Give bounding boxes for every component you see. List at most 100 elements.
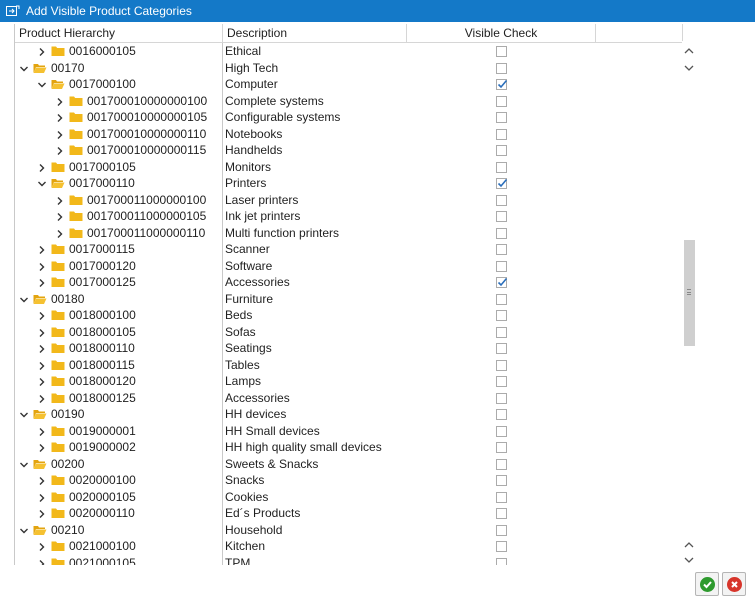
visible-checkbox[interactable] bbox=[496, 326, 507, 338]
chevron-down-icon[interactable] bbox=[19, 409, 29, 419]
visible-checkbox[interactable] bbox=[496, 62, 507, 74]
scroll-down-bottom-icon[interactable] bbox=[684, 553, 694, 563]
table-row[interactable]: 00170 High Tech bbox=[15, 59, 683, 76]
scroll-down-icon[interactable] bbox=[684, 61, 694, 71]
visible-checkbox[interactable] bbox=[496, 178, 508, 189]
table-row[interactable]: 001700010000000100 Complete systems bbox=[15, 92, 683, 109]
chevron-right-icon[interactable] bbox=[37, 343, 47, 353]
table-row[interactable]: 0018000125 Accessories bbox=[15, 389, 683, 406]
visible-checkbox[interactable] bbox=[496, 244, 507, 255]
table-row[interactable]: 0017000105 Monitors bbox=[15, 158, 683, 175]
table-row[interactable]: 0020000105 Cookies bbox=[15, 488, 683, 505]
table-row[interactable]: 0017000120 Software bbox=[15, 257, 683, 274]
table-row[interactable]: 0018000115 Tables bbox=[15, 356, 683, 373]
table-row[interactable]: 0016000105 Ethical bbox=[15, 43, 683, 60]
table-row[interactable]: 0017000115 Scanner bbox=[15, 241, 683, 258]
visible-checkbox[interactable] bbox=[496, 475, 507, 486]
visible-checkbox[interactable] bbox=[496, 211, 507, 222]
chevron-down-icon[interactable] bbox=[19, 459, 29, 469]
scroll-up-icon[interactable] bbox=[684, 44, 694, 54]
visible-checkbox[interactable] bbox=[496, 194, 507, 206]
table-row[interactable]: 00180 Furniture bbox=[15, 290, 683, 307]
table-row[interactable]: 0018000100 Beds bbox=[15, 307, 683, 324]
chevron-right-icon[interactable] bbox=[37, 558, 47, 565]
table-row[interactable]: 0018000110 Seatings bbox=[15, 340, 683, 357]
visible-checkbox[interactable] bbox=[496, 161, 507, 173]
visible-checkbox[interactable] bbox=[496, 557, 507, 565]
visible-checkbox[interactable] bbox=[496, 343, 507, 354]
table-row[interactable]: 001700011000000100 Laser printers bbox=[15, 191, 683, 208]
table-row[interactable]: 00200 Sweets & Snacks bbox=[15, 455, 683, 472]
chevron-right-icon[interactable] bbox=[55, 129, 65, 139]
table-row[interactable]: 001700010000000110 Notebooks bbox=[15, 125, 683, 142]
table-row[interactable]: 0018000120 Lamps bbox=[15, 373, 683, 390]
vertical-scrollbar[interactable] bbox=[682, 41, 696, 563]
chevron-right-icon[interactable] bbox=[37, 508, 47, 518]
chevron-right-icon[interactable] bbox=[37, 376, 47, 386]
visible-checkbox[interactable] bbox=[496, 359, 507, 371]
chevron-right-icon[interactable] bbox=[37, 475, 47, 485]
chevron-right-icon[interactable] bbox=[37, 541, 47, 551]
visible-checkbox[interactable] bbox=[496, 112, 507, 123]
column-header-description[interactable]: Description bbox=[223, 24, 407, 43]
cancel-button[interactable] bbox=[722, 572, 746, 596]
visible-checkbox[interactable] bbox=[496, 293, 507, 305]
visible-checkbox[interactable] bbox=[496, 508, 507, 519]
table-row[interactable]: 0019000002 HH high quality small devices bbox=[15, 439, 683, 456]
visible-checkbox[interactable] bbox=[496, 541, 507, 552]
visible-checkbox[interactable] bbox=[496, 425, 507, 437]
table-row[interactable]: 0020000110 Ed´s Products bbox=[15, 505, 683, 522]
chevron-right-icon[interactable] bbox=[37, 360, 47, 370]
chevron-right-icon[interactable] bbox=[55, 228, 65, 238]
column-header-visible[interactable]: Visible Check bbox=[407, 24, 596, 43]
table-row[interactable]: 0021000100 Kitchen bbox=[15, 538, 683, 555]
table-row[interactable]: 00210 Household bbox=[15, 521, 683, 538]
chevron-right-icon[interactable] bbox=[37, 46, 47, 56]
chevron-right-icon[interactable] bbox=[55, 112, 65, 122]
chevron-right-icon[interactable] bbox=[37, 162, 47, 172]
visible-checkbox[interactable] bbox=[496, 277, 508, 288]
visible-checkbox[interactable] bbox=[496, 409, 507, 420]
visible-checkbox[interactable] bbox=[496, 260, 507, 272]
chevron-right-icon[interactable] bbox=[55, 211, 65, 221]
chevron-down-icon[interactable] bbox=[19, 525, 29, 535]
chevron-right-icon[interactable] bbox=[55, 145, 65, 155]
chevron-right-icon[interactable] bbox=[55, 96, 65, 106]
visible-checkbox[interactable] bbox=[496, 458, 507, 470]
table-row[interactable]: 0017000110 Printers bbox=[15, 175, 683, 192]
chevron-right-icon[interactable] bbox=[37, 393, 47, 403]
visible-checkbox[interactable] bbox=[496, 227, 507, 239]
table-row[interactable]: 0021000105 TPM bbox=[15, 554, 683, 565]
scroll-up-bottom-icon[interactable] bbox=[684, 538, 694, 548]
table-row[interactable]: 001700010000000115 Handhelds bbox=[15, 142, 683, 159]
column-header-hierarchy[interactable]: Product Hierarchy bbox=[15, 24, 223, 43]
visible-checkbox[interactable] bbox=[496, 524, 507, 536]
visible-checkbox[interactable] bbox=[496, 392, 507, 404]
chevron-right-icon[interactable] bbox=[37, 327, 47, 337]
visible-checkbox[interactable] bbox=[496, 46, 507, 57]
table-row[interactable]: 0020000100 Snacks bbox=[15, 472, 683, 489]
scroll-thumb[interactable] bbox=[684, 240, 695, 346]
table-row[interactable]: 0017000100 Computer bbox=[15, 76, 683, 93]
table-row[interactable]: 0017000125 Accessories bbox=[15, 274, 683, 291]
ok-button[interactable] bbox=[695, 572, 719, 596]
visible-checkbox[interactable] bbox=[496, 491, 507, 503]
chevron-right-icon[interactable] bbox=[37, 261, 47, 271]
chevron-down-icon[interactable] bbox=[37, 178, 47, 188]
visible-checkbox[interactable] bbox=[496, 376, 507, 387]
chevron-down-icon[interactable] bbox=[19, 63, 29, 73]
chevron-right-icon[interactable] bbox=[37, 426, 47, 436]
visible-checkbox[interactable] bbox=[496, 310, 507, 321]
chevron-right-icon[interactable] bbox=[37, 492, 47, 502]
visible-checkbox[interactable] bbox=[496, 79, 508, 90]
chevron-right-icon[interactable] bbox=[37, 310, 47, 320]
table-row[interactable]: 0019000001 HH Small devices bbox=[15, 422, 683, 439]
chevron-right-icon[interactable] bbox=[55, 195, 65, 205]
chevron-down-icon[interactable] bbox=[19, 294, 29, 304]
visible-checkbox[interactable] bbox=[496, 128, 507, 140]
visible-checkbox[interactable] bbox=[496, 442, 507, 453]
chevron-right-icon[interactable] bbox=[37, 442, 47, 452]
table-row[interactable]: 001700010000000105 Configurable systems bbox=[15, 109, 683, 126]
table-row[interactable]: 001700011000000110 Multi function printer… bbox=[15, 224, 683, 241]
chevron-right-icon[interactable] bbox=[37, 277, 47, 287]
